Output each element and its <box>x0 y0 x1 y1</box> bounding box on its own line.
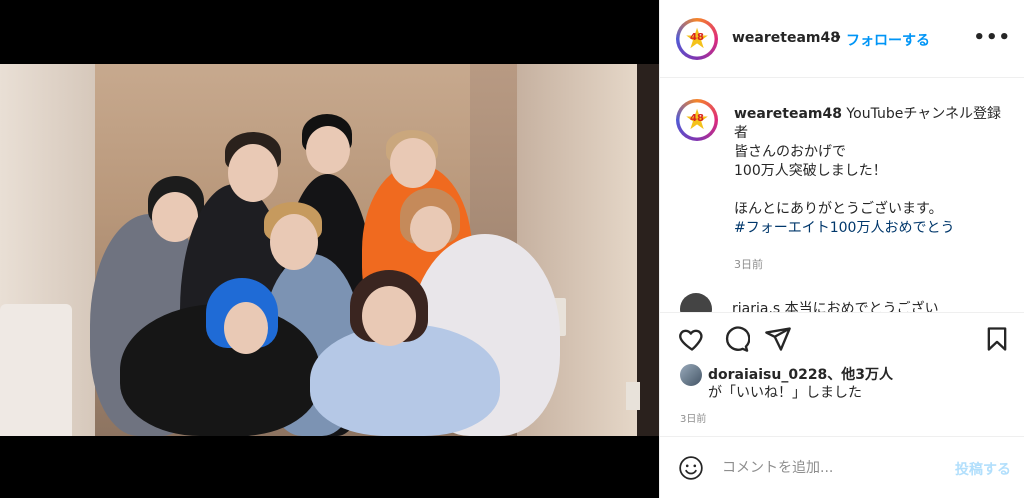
photo-face <box>410 206 452 252</box>
likes-count[interactable]: doraiaisu_0228、他3万人 <box>708 364 893 384</box>
caption-hashtag[interactable]: #フォーエイト100万人おめでとう <box>734 220 954 236</box>
heart-icon[interactable] <box>678 325 706 353</box>
action-bar <box>660 312 1024 362</box>
photo-face <box>270 214 318 270</box>
post-header: ★ 48 weareteam48 • フォローする ••• <box>660 0 1024 78</box>
comment-text: riaria.s 本当におめでとうござい <box>732 301 939 312</box>
comment-icon[interactable] <box>722 325 750 353</box>
photo-face <box>224 302 268 354</box>
post-sidebar: ★ 48 weareteam48 • フォローする ••• ★ 48 weare… <box>659 0 1024 498</box>
comment-input[interactable] <box>722 455 942 481</box>
commenter-avatar[interactable] <box>680 293 712 312</box>
photo-door <box>637 64 659 436</box>
share-icon[interactable] <box>764 325 792 353</box>
emoji-icon[interactable] <box>678 455 704 481</box>
post-comment-button[interactable]: 投稿する <box>955 459 1011 479</box>
caption-area: ★ 48 weareteam48 YouTubeチャンネル登録者 皆さんのおかげ… <box>660 79 1024 312</box>
author-avatar[interactable]: ★ 48 <box>676 18 718 60</box>
photo-face <box>306 126 350 174</box>
comment-bar: 投稿する <box>660 436 1024 498</box>
avatar-label: 48 <box>690 32 704 43</box>
caption-text: weareteam48 YouTubeチャンネル登録者 皆さんのおかげで 100… <box>734 105 1004 238</box>
post-media-area <box>0 0 659 498</box>
photo-face <box>390 138 436 188</box>
caption-body: YouTubeチャンネル登録者 皆さんのおかげで 100万人突破しました！ ほん… <box>734 106 1001 217</box>
post-photo[interactable] <box>0 64 659 436</box>
photo-outlet <box>626 382 640 410</box>
follow-button[interactable]: フォローする <box>846 30 930 50</box>
photo-face <box>362 286 416 346</box>
caption-time[interactable]: 3日前 <box>734 256 763 272</box>
liker-avatar[interactable] <box>680 364 702 386</box>
bookmark-icon[interactable] <box>983 325 1011 353</box>
avatar-label: 48 <box>690 113 704 124</box>
caption-author-avatar[interactable]: ★ 48 <box>676 99 718 141</box>
more-options-icon[interactable]: ••• <box>973 27 1011 48</box>
caption-username[interactable]: weareteam48 <box>734 106 842 122</box>
likes-suffix: が「いいね！」しました <box>708 385 862 401</box>
author-username[interactable]: weareteam48 <box>732 30 840 46</box>
separator-dot: • <box>834 30 843 46</box>
photo-chair <box>0 304 72 436</box>
photo-face <box>228 144 278 202</box>
comment-item: riaria.s 本当におめでとうござい <box>680 293 939 312</box>
post-timestamp[interactable]: 3日前 <box>680 410 706 425</box>
